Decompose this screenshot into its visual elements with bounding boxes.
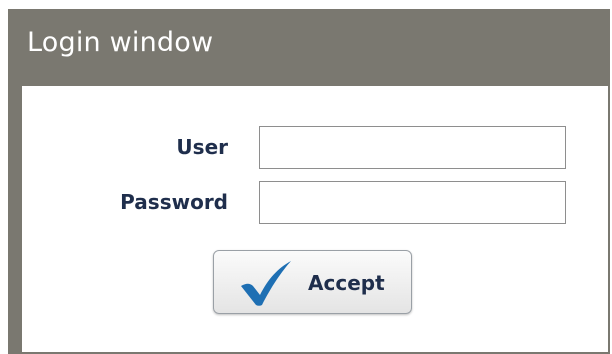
password-input[interactable]	[259, 181, 566, 224]
password-label: Password	[120, 190, 228, 214]
login-window: Login window User Password Accept	[8, 9, 610, 354]
window-title: Login window	[27, 27, 214, 58]
accept-button[interactable]: Accept	[213, 250, 412, 314]
user-label: User	[176, 135, 228, 159]
accept-button-label: Accept	[308, 271, 385, 295]
password-row: Password	[22, 181, 608, 227]
user-input[interactable]	[259, 126, 566, 169]
checkmark-icon	[241, 261, 291, 306]
window-titlebar[interactable]: Login window	[8, 9, 610, 85]
login-form: User Password Accept	[22, 86, 608, 352]
user-row: User	[22, 126, 608, 172]
